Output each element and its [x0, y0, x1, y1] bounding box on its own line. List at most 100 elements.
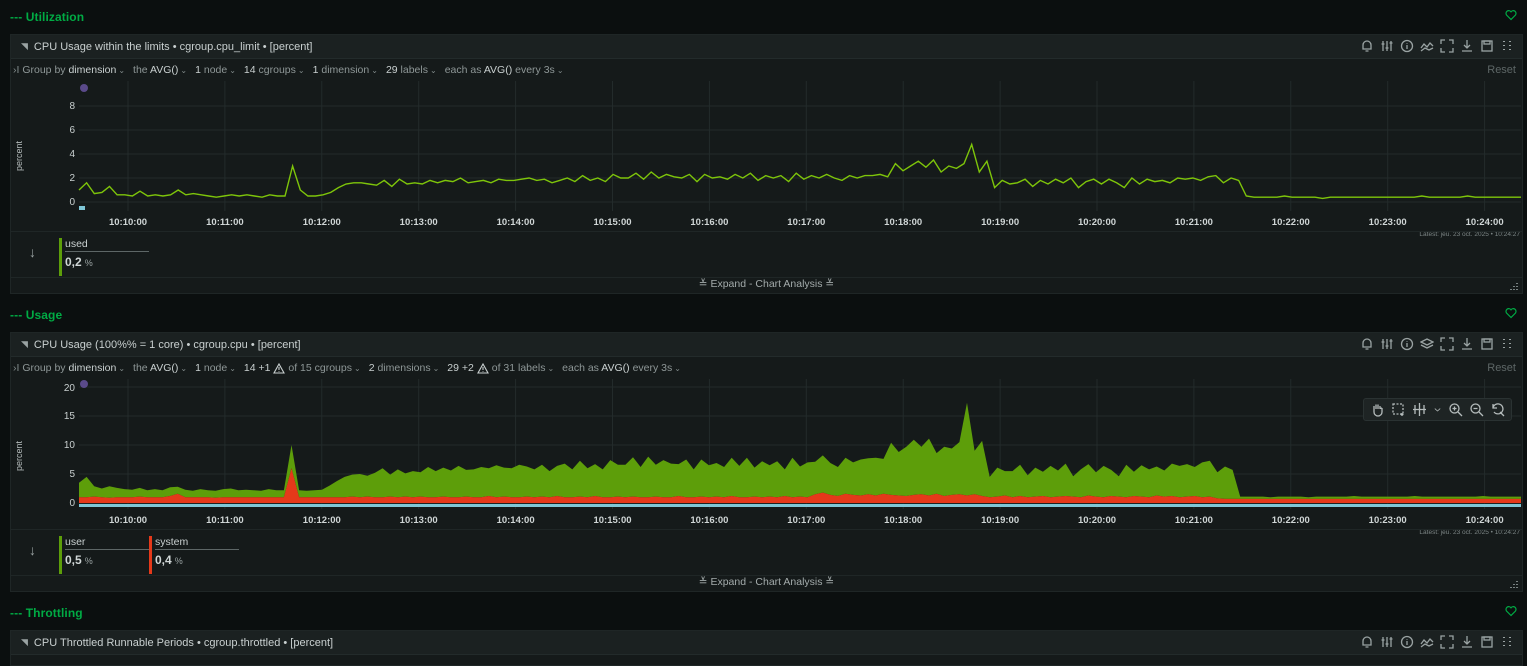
heart-icon[interactable] — [1505, 9, 1517, 21]
fullscreen-icon[interactable] — [1440, 337, 1454, 351]
save-icon[interactable] — [1480, 39, 1494, 53]
group-by-bar: ›I Group by dimension ⌄ the AVG() ⌄ 1 node… — [11, 59, 1522, 81]
reset-button[interactable]: Reset — [1487, 64, 1516, 76]
x-tick-label: 10:22:00 — [1271, 217, 1310, 228]
alert-bell-icon[interactable] — [1360, 337, 1374, 351]
chart-legend: ↓ user 0,5% system 0,4% — [11, 529, 1522, 575]
x-tick-label: 10:21:00 — [1174, 217, 1213, 228]
metric-correlation-icon[interactable] — [1420, 635, 1434, 649]
download-icon[interactable] — [1460, 635, 1474, 649]
save-icon[interactable] — [1480, 635, 1494, 649]
area-chart-svg — [79, 379, 1521, 509]
resize-handle-icon[interactable] — [1510, 282, 1518, 290]
drag-handle-icon[interactable] — [1500, 337, 1514, 351]
chart-header: ◥ CPU Usage within the limits • cgroup.c… — [11, 35, 1522, 59]
nodes-filter[interactable]: 1 node ⌄ — [195, 64, 236, 76]
pan-hand-icon[interactable] — [1370, 402, 1385, 417]
reset-zoom-icon[interactable] — [1490, 402, 1505, 417]
chart-plot-area[interactable]: percent 20 15 10 5 0 10:10:00 10:11:00 10:… — [11, 379, 1522, 541]
heart-icon[interactable] — [1505, 307, 1517, 319]
chevron-down-icon[interactable] — [1433, 402, 1442, 417]
group-by-control[interactable]: ›I Group by dimension ⌄ — [13, 362, 125, 374]
time-aggregation-control[interactable]: each as AVG() every 3s ⌄ — [445, 64, 564, 76]
heart-icon[interactable] — [1505, 605, 1517, 617]
chart-type-icon[interactable]: ◥ — [21, 41, 28, 52]
settings-sliders-icon[interactable] — [1380, 337, 1394, 351]
aggregate-control[interactable]: the AVG() ⌄ — [133, 362, 187, 374]
x-tick-label: 10:18:00 — [884, 515, 923, 526]
alert-bell-icon[interactable] — [1360, 635, 1374, 649]
x-tick-label: 10:24:00 — [1465, 515, 1504, 526]
fullscreen-icon[interactable] — [1440, 39, 1454, 53]
line-chart-svg — [78, 81, 1521, 211]
settings-sliders-icon[interactable] — [1380, 39, 1394, 53]
legend-item-used[interactable]: used 0,2% — [59, 238, 149, 276]
legend-name: used — [65, 238, 149, 252]
warning-icon — [273, 362, 286, 374]
annotation-marker-icon[interactable] — [80, 380, 88, 388]
chart-header-actions — [1360, 635, 1514, 649]
nodes-filter[interactable]: 1 node ⌄ — [195, 362, 236, 374]
x-tick-label: 10:19:00 — [981, 217, 1020, 228]
chart-type-icon[interactable]: ◥ — [21, 637, 28, 648]
chart-header: ◥ CPU Usage (100%% = 1 core) • cgroup.cp… — [11, 333, 1522, 357]
x-tick-label: 10:10:00 — [108, 515, 148, 526]
annotation-marker-icon[interactable] — [80, 84, 88, 92]
expand-chart-analysis[interactable]: ≚ Expand - Chart Analysis ≚ — [11, 277, 1522, 291]
resize-handle-icon[interactable] — [1510, 580, 1518, 588]
x-tick-label: 10:19:00 — [981, 515, 1020, 526]
settings-sliders-icon[interactable] — [1380, 635, 1394, 649]
series-line-used — [78, 142, 1521, 200]
section-title-throttling: --- Throttling — [10, 606, 83, 620]
save-icon[interactable] — [1480, 337, 1494, 351]
gap-marker — [79, 206, 85, 210]
download-icon[interactable] — [1460, 39, 1474, 53]
section-title-utilization: --- Utilization — [10, 10, 85, 24]
select-box-icon[interactable] — [1391, 402, 1406, 417]
dimensions-filter[interactable]: 2 dimensions ⌄ — [369, 362, 440, 374]
group-by-control[interactable]: ›I Group by dimension ⌄ — [13, 64, 125, 76]
dimensions-filter[interactable]: 1 dimension ⌄ — [313, 64, 378, 76]
legend-name: user — [65, 536, 149, 550]
cgroups-filter[interactable]: 14 cgroups ⌄ — [244, 64, 305, 76]
zoom-out-icon[interactable] — [1469, 402, 1484, 417]
section-title-usage: --- Usage — [10, 308, 63, 322]
x-tick-label: 10:24:00 — [1465, 217, 1504, 228]
labels-filter[interactable]: 29 labels ⌄ — [386, 64, 437, 76]
highlight-range-icon[interactable] — [1412, 402, 1427, 417]
info-icon[interactable] — [1400, 337, 1414, 351]
labels-filter[interactable]: 29 +2 of 31 labels ⌄ — [447, 362, 554, 374]
info-icon[interactable] — [1400, 39, 1414, 53]
chart-header: ◥ CPU Throttled Runnable Periods • cgrou… — [11, 631, 1522, 655]
x-tick-label: 10:20:00 — [1077, 217, 1117, 228]
drag-handle-icon[interactable] — [1500, 39, 1514, 53]
chart-type-icon[interactable]: ◥ — [21, 339, 28, 350]
expand-chart-analysis[interactable]: ≚ Expand - Chart Analysis ≚ — [11, 575, 1522, 589]
legend-value: 0,5% — [65, 553, 93, 567]
legend-item-system[interactable]: system 0,4% — [149, 536, 239, 574]
legend-item-user[interactable]: user 0,5% — [59, 536, 149, 574]
chart-plot-area[interactable]: percent 8 6 4 2 0 10:10:00 10:11:00 10:12:… — [11, 81, 1522, 243]
x-tick-label: 10:15:00 — [593, 515, 632, 526]
x-tick-label: 10:11:00 — [206, 217, 244, 228]
time-aggregation-control[interactable]: each as AVG() every 3s ⌄ — [562, 362, 681, 374]
chart-toolbox — [1363, 398, 1512, 421]
alert-bell-icon[interactable] — [1360, 39, 1374, 53]
x-tick-label: 10:20:00 — [1077, 515, 1117, 526]
drag-handle-icon[interactable] — [1500, 635, 1514, 649]
x-tick-label: 10:16:00 — [690, 217, 729, 228]
info-icon[interactable] — [1400, 635, 1414, 649]
sort-arrow-icon[interactable]: ↓ — [29, 244, 36, 260]
aggregate-control[interactable]: the AVG() ⌄ — [133, 64, 187, 76]
reset-button[interactable]: Reset — [1487, 362, 1516, 374]
cgroups-filter[interactable]: 14 +1 of 15 cgroups ⌄ — [244, 362, 361, 374]
metric-correlation-icon[interactable] — [1420, 39, 1434, 53]
chart-card-cpu-usage: ◥ CPU Usage (100%% = 1 core) • cgroup.cp… — [10, 332, 1523, 592]
sort-arrow-icon[interactable]: ↓ — [29, 542, 36, 558]
zoom-in-icon[interactable] — [1448, 402, 1463, 417]
x-tick-label: 10:23:00 — [1368, 217, 1407, 228]
fullscreen-icon[interactable] — [1440, 635, 1454, 649]
download-icon[interactable] — [1460, 337, 1474, 351]
legend-value: 0,2% — [65, 255, 93, 269]
stacked-chart-icon[interactable] — [1420, 337, 1434, 351]
